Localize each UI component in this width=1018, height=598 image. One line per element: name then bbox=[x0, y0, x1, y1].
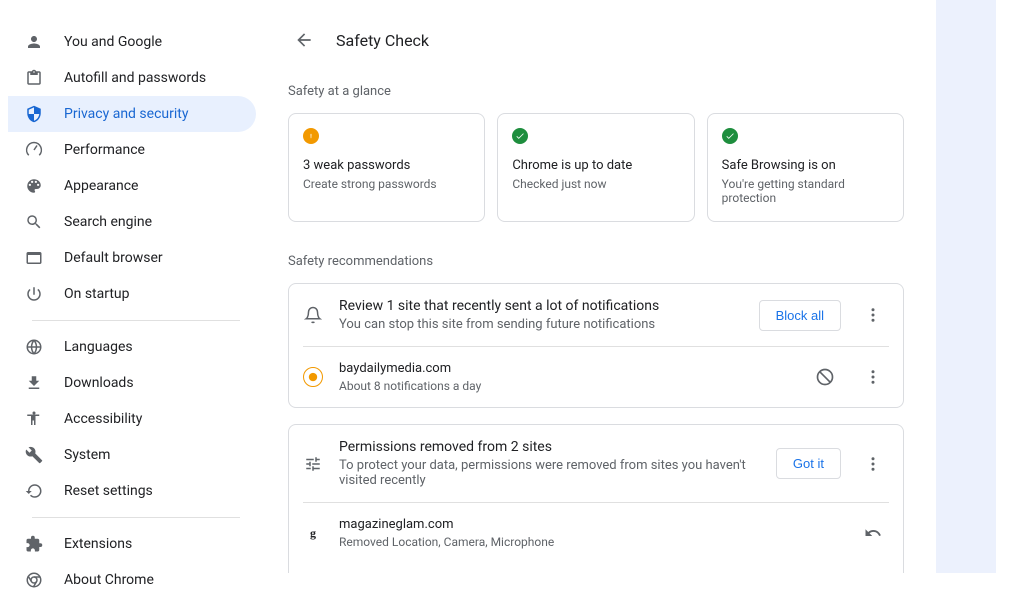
right-background-strip bbox=[936, 0, 996, 573]
sidebar-item-extensions[interactable]: Extensions bbox=[8, 526, 256, 562]
undo-button[interactable] bbox=[857, 517, 889, 549]
card-subtitle: Checked just now bbox=[512, 177, 679, 191]
chrome-icon bbox=[24, 570, 44, 590]
rec-subtitle: To protect your data, permissions were r… bbox=[339, 458, 760, 488]
bell-icon bbox=[303, 305, 323, 325]
site-favicon: g bbox=[303, 523, 323, 543]
gauge-icon bbox=[24, 140, 44, 160]
sidebar-item-languages[interactable]: Languages bbox=[8, 329, 256, 365]
globe-icon bbox=[24, 337, 44, 357]
glance-cards: 3 weak passwords Create strong passwords… bbox=[288, 113, 904, 222]
glance-card-safe-browsing[interactable]: Safe Browsing is on You're getting stand… bbox=[707, 113, 904, 222]
download-icon bbox=[24, 373, 44, 393]
sidebar-item-label: You and Google bbox=[64, 34, 162, 50]
sidebar-item-label: On startup bbox=[64, 286, 130, 302]
sidebar-item-about-chrome[interactable]: About Chrome bbox=[8, 562, 256, 598]
sidebar-divider bbox=[32, 517, 240, 518]
more-button[interactable] bbox=[857, 361, 889, 393]
site-row: baydailymedia.com About 8 notifications … bbox=[289, 347, 903, 407]
card-title: Chrome is up to date bbox=[512, 158, 679, 173]
sidebar: You and Google Autofill and passwords Pr… bbox=[0, 0, 256, 573]
block-all-button[interactable]: Block all bbox=[759, 300, 841, 331]
rec-card-notifications: Review 1 site that recently sent a lot o… bbox=[288, 283, 904, 408]
sliders-icon bbox=[303, 454, 323, 474]
shield-icon bbox=[24, 104, 44, 124]
sidebar-item-label: Languages bbox=[64, 339, 133, 355]
check-icon bbox=[722, 128, 738, 144]
sidebar-item-label: Autofill and passwords bbox=[64, 70, 206, 86]
site-favicon bbox=[303, 367, 323, 387]
check-icon bbox=[512, 128, 528, 144]
back-button[interactable] bbox=[288, 24, 320, 56]
site-subtitle: About 8 notifications a day bbox=[339, 379, 793, 393]
browser-icon bbox=[24, 248, 44, 268]
got-it-button[interactable]: Got it bbox=[776, 448, 841, 479]
site-name: baydailymedia.com bbox=[339, 361, 793, 376]
reset-icon bbox=[24, 481, 44, 501]
rec-title: Permissions removed from 2 sites bbox=[339, 439, 760, 455]
site-row: GS gurushape.com Removed Location bbox=[289, 563, 903, 573]
sidebar-item-label: Appearance bbox=[64, 178, 138, 194]
card-title: Safe Browsing is on bbox=[722, 158, 889, 173]
sidebar-item-label: Default browser bbox=[64, 250, 163, 266]
glance-heading: Safety at a glance bbox=[288, 84, 904, 99]
sidebar-item-reset-settings[interactable]: Reset settings bbox=[8, 473, 256, 509]
sidebar-item-label: Search engine bbox=[64, 214, 152, 230]
glance-card-passwords[interactable]: 3 weak passwords Create strong passwords bbox=[288, 113, 485, 222]
sidebar-item-label: Reset settings bbox=[64, 483, 153, 499]
sidebar-item-label: About Chrome bbox=[64, 572, 154, 588]
site-subtitle: Removed Location, Camera, Microphone bbox=[339, 535, 841, 549]
sidebar-item-on-startup[interactable]: On startup bbox=[8, 276, 256, 312]
sidebar-item-accessibility[interactable]: Accessibility bbox=[8, 401, 256, 437]
clipboard-icon bbox=[24, 68, 44, 88]
sidebar-item-label: Downloads bbox=[64, 375, 134, 391]
sidebar-item-you-and-google[interactable]: You and Google bbox=[8, 24, 256, 60]
extension-icon bbox=[24, 534, 44, 554]
rec-card-permissions: Permissions removed from 2 sites To prot… bbox=[288, 424, 904, 573]
card-subtitle: You're getting standard protection bbox=[722, 177, 889, 205]
sidebar-item-autofill[interactable]: Autofill and passwords bbox=[8, 60, 256, 96]
sidebar-item-label: Performance bbox=[64, 142, 145, 158]
wrench-icon bbox=[24, 445, 44, 465]
sidebar-item-label: Privacy and security bbox=[64, 106, 188, 122]
rec-title: Review 1 site that recently sent a lot o… bbox=[339, 298, 743, 314]
card-title: 3 weak passwords bbox=[303, 158, 470, 173]
block-site-button[interactable] bbox=[809, 361, 841, 393]
person-icon bbox=[24, 32, 44, 52]
warning-icon bbox=[303, 128, 319, 144]
page-title: Safety Check bbox=[336, 31, 429, 50]
card-subtitle: Create strong passwords bbox=[303, 177, 470, 191]
sidebar-item-downloads[interactable]: Downloads bbox=[8, 365, 256, 401]
rec-subtitle: You can stop this site from sending futu… bbox=[339, 317, 743, 332]
sidebar-divider bbox=[32, 320, 240, 321]
main-content: Safety Check Safety at a glance 3 weak p… bbox=[256, 0, 936, 573]
sidebar-item-label: Extensions bbox=[64, 536, 132, 552]
sidebar-item-search-engine[interactable]: Search engine bbox=[8, 204, 256, 240]
sidebar-item-performance[interactable]: Performance bbox=[8, 132, 256, 168]
power-icon bbox=[24, 284, 44, 304]
sidebar-item-default-browser[interactable]: Default browser bbox=[8, 240, 256, 276]
more-button[interactable] bbox=[857, 299, 889, 331]
glance-card-updates[interactable]: Chrome is up to date Checked just now bbox=[497, 113, 694, 222]
sidebar-item-label: System bbox=[64, 447, 110, 463]
site-name: magazineglam.com bbox=[339, 517, 841, 532]
sidebar-item-system[interactable]: System bbox=[8, 437, 256, 473]
rec-header: Review 1 site that recently sent a lot o… bbox=[289, 284, 903, 346]
search-icon bbox=[24, 212, 44, 232]
sidebar-item-label: Accessibility bbox=[64, 411, 142, 427]
accessibility-icon bbox=[24, 409, 44, 429]
sidebar-item-privacy-security[interactable]: Privacy and security bbox=[8, 96, 256, 132]
recs-heading: Safety recommendations bbox=[288, 254, 904, 269]
rec-header: Permissions removed from 2 sites To prot… bbox=[289, 425, 903, 502]
palette-icon bbox=[24, 176, 44, 196]
more-button[interactable] bbox=[857, 448, 889, 480]
sidebar-item-appearance[interactable]: Appearance bbox=[8, 168, 256, 204]
site-row: g magazineglam.com Removed Location, Cam… bbox=[289, 503, 903, 563]
page-header: Safety Check bbox=[288, 24, 904, 56]
